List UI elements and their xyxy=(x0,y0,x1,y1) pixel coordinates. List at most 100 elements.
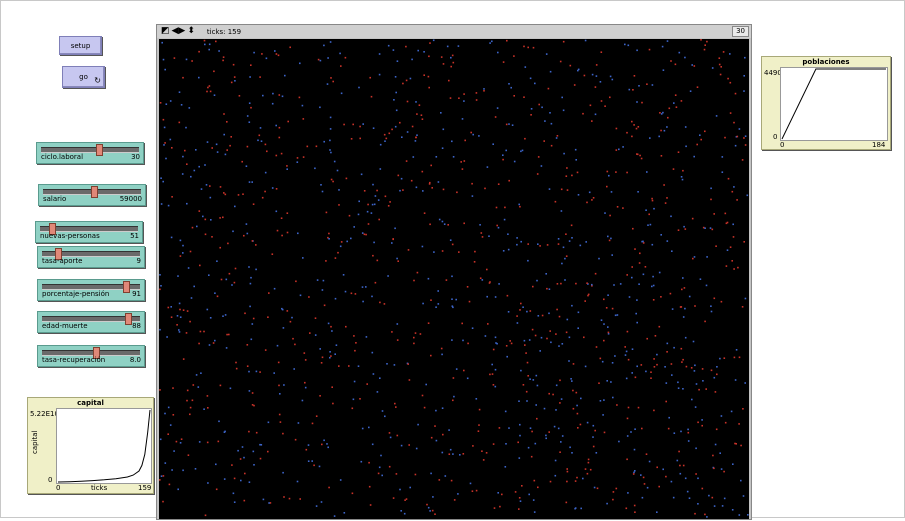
agent-dot xyxy=(615,171,617,173)
speed-box[interactable]: 30 xyxy=(732,26,749,37)
go-button[interactable]: go ↻ xyxy=(62,66,105,88)
slider-knob[interactable] xyxy=(125,313,132,325)
agent-dot xyxy=(568,360,570,362)
agent-dot xyxy=(344,56,347,59)
agent-dot xyxy=(162,475,165,477)
agent-dot xyxy=(631,348,634,350)
agent-dot xyxy=(543,140,545,142)
agent-dot xyxy=(616,314,619,316)
slider-tasa-recuperación[interactable]: tasa-recuperación 8.0 xyxy=(37,345,145,367)
agent-dot xyxy=(241,446,244,448)
agent-dot xyxy=(423,74,425,76)
agent-dot xyxy=(421,245,424,248)
capital-plot-xlabel: ticks xyxy=(91,484,108,492)
agent-dot xyxy=(361,427,364,430)
agent-dot xyxy=(368,485,371,488)
agent-dot xyxy=(432,39,435,42)
agent-dot xyxy=(704,130,706,133)
agent-dot xyxy=(687,428,689,431)
agent-dot xyxy=(271,187,274,189)
agent-dot xyxy=(259,371,261,373)
agent-dot xyxy=(281,95,284,98)
agent-dot xyxy=(195,374,198,376)
agent-dot xyxy=(710,369,713,372)
agent-dot xyxy=(626,417,629,420)
slider-label: porcentaje-pensión xyxy=(42,290,110,298)
agent-dot xyxy=(520,369,522,372)
slider-ciclo.laboral[interactable]: ciclo.laboral 30 xyxy=(36,142,144,164)
slider-tasa-aporte[interactable]: tasa-aporte 9 xyxy=(37,246,145,268)
world-view: ◩ ◀▶ ⬍ ticks: 159 30 xyxy=(156,24,752,520)
agent-dot xyxy=(204,514,207,517)
agent-dot xyxy=(435,306,437,308)
slider-edad-muerte[interactable]: edad-muerte 88 xyxy=(37,311,145,333)
agent-dot xyxy=(498,427,501,429)
agent-dot xyxy=(631,266,633,268)
slider-porcentaje-pensión[interactable]: porcentaje-pensión 91 xyxy=(37,279,145,301)
agent-dot xyxy=(632,473,635,475)
wrap-icon[interactable]: ◩ xyxy=(161,27,170,36)
world-canvas[interactable] xyxy=(159,39,749,519)
agent-dot xyxy=(724,136,726,139)
agent-dot xyxy=(527,259,529,262)
agent-dot xyxy=(264,171,267,174)
horizontal-arrows-icon[interactable]: ◀▶ xyxy=(172,27,186,36)
agent-dot xyxy=(714,391,717,393)
slider-knob[interactable] xyxy=(96,144,103,156)
agent-dot xyxy=(278,384,280,387)
agent-dot xyxy=(497,226,500,229)
agent-dot xyxy=(275,188,278,190)
agent-dot xyxy=(594,429,596,432)
slider-nuevas-personas[interactable]: nuevas-personas 51 xyxy=(35,221,143,243)
agent-dot xyxy=(338,189,340,191)
slider-knob[interactable] xyxy=(123,281,130,293)
agent-dot xyxy=(219,217,221,219)
agent-dot xyxy=(167,406,170,409)
agent-dot xyxy=(681,288,683,291)
agent-dot xyxy=(407,249,410,251)
agent-dot xyxy=(571,237,573,239)
agent-dot xyxy=(517,441,519,444)
agent-dot xyxy=(443,223,446,225)
agent-dot xyxy=(429,223,431,226)
agent-dot xyxy=(536,417,538,420)
agent-dot xyxy=(400,444,403,447)
agent-dot xyxy=(427,75,430,78)
agent-dot xyxy=(229,144,231,147)
agent-dot xyxy=(283,496,285,498)
agent-dot xyxy=(171,469,173,471)
agent-dot xyxy=(603,339,605,342)
agent-dot xyxy=(292,337,294,340)
agent-dot xyxy=(371,351,374,354)
agent-dot xyxy=(612,396,614,399)
agent-dot xyxy=(652,299,655,301)
agent-dot xyxy=(694,305,696,307)
agent-dot xyxy=(226,121,228,123)
agent-dot xyxy=(656,466,658,469)
agent-dot xyxy=(651,199,654,202)
agent-dot xyxy=(323,140,325,143)
agent-dot xyxy=(327,57,329,59)
agent-dot xyxy=(159,328,161,331)
agent-dot xyxy=(486,166,489,168)
agent-dot xyxy=(411,58,413,61)
slider-knob[interactable] xyxy=(91,186,98,198)
agent-dot xyxy=(509,340,511,342)
agent-dot xyxy=(678,450,680,453)
agent-dot xyxy=(159,288,161,291)
agent-dot xyxy=(559,451,561,453)
slider-salario[interactable]: salario 59000 xyxy=(38,184,146,206)
vertical-arrows-icon[interactable]: ⬍ xyxy=(187,27,195,36)
agent-dot xyxy=(478,135,480,137)
agent-dot xyxy=(309,332,311,334)
agent-dot xyxy=(278,94,281,96)
agent-dot xyxy=(353,380,356,383)
agent-dot xyxy=(639,252,641,255)
agent-dot xyxy=(208,43,211,46)
agent-dot xyxy=(607,331,610,334)
agent-dot xyxy=(177,488,179,491)
agent-dot xyxy=(230,136,232,138)
agent-dot xyxy=(611,78,614,81)
setup-button[interactable]: setup xyxy=(59,36,102,55)
agent-dot xyxy=(334,297,337,300)
